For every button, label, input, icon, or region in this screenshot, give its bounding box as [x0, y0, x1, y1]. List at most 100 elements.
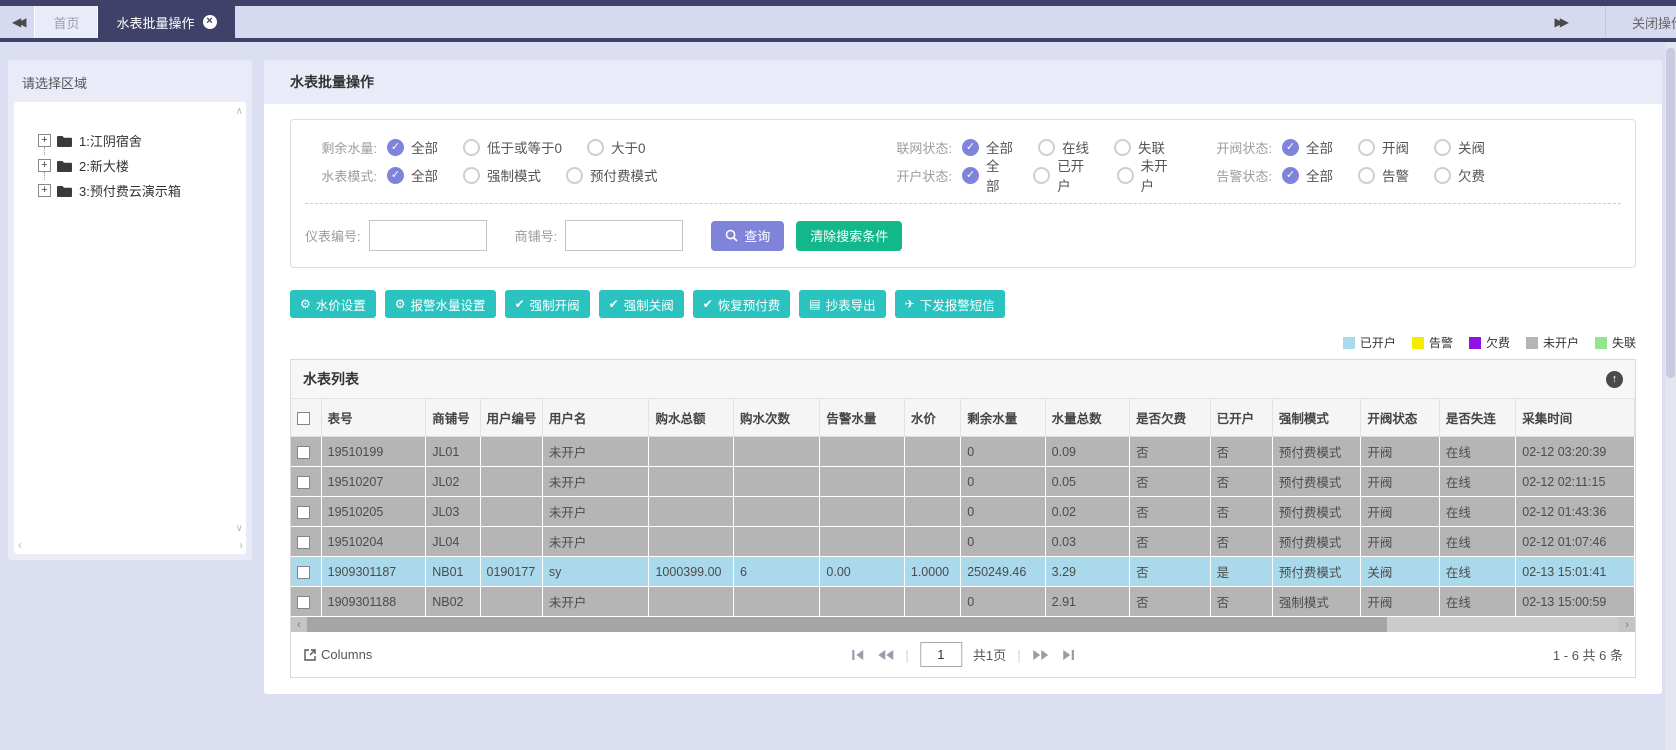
column-header[interactable]: 表号 — [321, 399, 426, 437]
table-row[interactable]: 19510204JL04未开户00.03否否预付费模式开阀在线02-12 01:… — [291, 527, 1635, 557]
tree-expand-icon[interactable]: + — [38, 184, 51, 197]
table-row[interactable]: 19510199JL01未开户00.09否否预付费模式开阀在线02-12 03:… — [291, 437, 1635, 467]
first-page-icon[interactable] — [851, 649, 866, 661]
table-row[interactable]: 1909301187NB010190177sy1000399.0060.001.… — [291, 557, 1635, 587]
tree-scroll-left-icon[interactable]: ‹ — [18, 538, 22, 552]
scrollbar-right-icon[interactable]: › — [1619, 617, 1635, 632]
action-button[interactable]: ✔ 强制关阀 — [599, 290, 684, 318]
radio-option[interactable]: 低于或等于0 — [463, 137, 562, 157]
tree-scroll-right-icon[interactable]: › — [239, 538, 243, 552]
radio-unchecked-icon[interactable] — [587, 139, 604, 156]
tree-scroll-up-icon[interactable]: ∧ — [236, 106, 243, 117]
radio-option[interactable]: 开阀 — [1358, 137, 1409, 157]
radio-unchecked-icon[interactable] — [1434, 167, 1451, 184]
radio-unchecked-icon[interactable] — [1434, 139, 1451, 156]
row-checkbox[interactable] — [297, 446, 310, 459]
column-header[interactable]: 商铺号 — [426, 399, 480, 437]
column-header[interactable]: 是否欠费 — [1130, 399, 1210, 437]
action-button[interactable]: ✔ 强制开阀 — [505, 290, 590, 318]
action-button[interactable]: ⚙ 水价设置 — [290, 290, 376, 318]
radio-checked-icon[interactable]: ✓ — [962, 167, 979, 184]
last-page-icon[interactable] — [1060, 649, 1075, 661]
tree-scroll-down-icon[interactable]: ∨ — [236, 523, 243, 534]
scroll-tabs-right-icon[interactable]: ▶▶ — [1515, 6, 1605, 38]
table-row[interactable]: 19510205JL03未开户00.02否否预付费模式开阀在线02-12 01:… — [291, 497, 1635, 527]
search-button[interactable]: 查询 — [711, 221, 784, 251]
tab-home[interactable]: 首页 — [34, 6, 98, 38]
radio-unchecked-icon[interactable] — [1038, 139, 1055, 156]
radio-option[interactable]: 关阀 — [1434, 137, 1485, 157]
page-scrollbar-thumb[interactable] — [1666, 48, 1675, 378]
column-header[interactable]: 告警水量 — [820, 399, 904, 437]
scrollbar-left-icon[interactable]: ‹ — [291, 617, 307, 632]
tree-node[interactable]: + 1:江阴宿舍 — [38, 128, 236, 153]
radio-option[interactable]: 告警 — [1358, 165, 1409, 185]
radio-checked-icon[interactable]: ✓ — [962, 139, 979, 156]
scroll-tabs-left-icon[interactable]: ◀◀ — [0, 6, 34, 38]
radio-option[interactable]: 欠费 — [1434, 165, 1485, 185]
column-header[interactable]: 水价 — [904, 399, 960, 437]
radio-unchecked-icon[interactable] — [463, 167, 480, 184]
row-checkbox[interactable] — [297, 476, 310, 489]
radio-unchecked-icon[interactable] — [566, 167, 583, 184]
radio-option[interactable]: 未开户 — [1117, 155, 1175, 195]
tree-node[interactable]: + 2:新大楼 — [38, 153, 236, 178]
row-checkbox[interactable] — [297, 506, 310, 519]
radio-option[interactable]: 失联 — [1114, 137, 1165, 157]
radio-checked-icon[interactable]: ✓ — [387, 139, 404, 156]
page-number-input[interactable] — [920, 642, 962, 667]
action-button[interactable]: ▤ 抄表导出 — [799, 290, 885, 318]
column-header[interactable]: 用户名 — [542, 399, 649, 437]
radio-option[interactable]: 已开户 — [1033, 155, 1091, 195]
radio-option[interactable]: ✓ 全部 — [387, 137, 438, 157]
column-header[interactable]: 强制模式 — [1272, 399, 1360, 437]
tab-water-meter-batch[interactable]: 水表批量操作 × — [98, 6, 234, 38]
radio-checked-icon[interactable]: ✓ — [1282, 139, 1299, 156]
radio-unchecked-icon[interactable] — [1358, 167, 1375, 184]
radio-checked-icon[interactable]: ✓ — [387, 167, 404, 184]
page-vertical-scrollbar[interactable] — [1665, 42, 1676, 750]
row-checkbox[interactable] — [297, 536, 310, 549]
close-operations-button[interactable]: 关闭操作 — [1606, 6, 1676, 38]
column-header[interactable]: 水量总数 — [1045, 399, 1129, 437]
column-header[interactable]: 剩余水量 — [961, 399, 1045, 437]
column-header[interactable]: 已开户 — [1210, 399, 1272, 437]
table-row[interactable]: 19510207JL02未开户00.05否否预付费模式开阀在线02-12 02:… — [291, 467, 1635, 497]
radio-option[interactable]: ✓ 全部 — [387, 165, 438, 185]
radio-checked-icon[interactable]: ✓ — [1282, 167, 1299, 184]
clear-search-button[interactable]: 清除搜索条件 — [796, 221, 902, 251]
scrollbar-thumb[interactable] — [307, 617, 1387, 632]
action-button[interactable]: ⚙ 报警水量设置 — [385, 290, 496, 318]
column-header[interactable]: 购水次数 — [733, 399, 819, 437]
radio-option[interactable]: ✓ 全部 — [1282, 137, 1333, 157]
radio-option[interactable]: 预付费模式 — [566, 165, 658, 185]
shop-number-input[interactable] — [565, 220, 683, 251]
collapse-up-icon[interactable]: ↑ — [1606, 371, 1623, 388]
meter-number-input[interactable] — [369, 220, 487, 251]
next-page-icon[interactable] — [1032, 649, 1049, 661]
select-all-checkbox[interactable] — [297, 412, 310, 425]
close-tab-icon[interactable]: × — [203, 15, 217, 29]
tree-expand-icon[interactable]: + — [38, 134, 51, 147]
radio-option[interactable]: ✓ 全部 — [962, 155, 1008, 195]
radio-option[interactable]: 大于0 — [587, 137, 646, 157]
columns-button[interactable]: Columns — [303, 647, 372, 662]
row-checkbox[interactable] — [297, 566, 310, 579]
row-checkbox[interactable] — [297, 596, 310, 609]
radio-option[interactable]: ✓ 全部 — [1282, 165, 1333, 185]
tree-node[interactable]: + 3:预付费云演示箱 — [38, 178, 236, 203]
action-button[interactable]: ✔ 恢复预付费 — [693, 290, 791, 318]
action-button[interactable]: ✈ 下发报警短信 — [895, 290, 1005, 318]
radio-unchecked-icon[interactable] — [1033, 167, 1050, 184]
radio-unchecked-icon[interactable] — [1117, 167, 1134, 184]
tree-expand-icon[interactable]: + — [38, 159, 51, 172]
prev-page-icon[interactable] — [877, 649, 894, 661]
radio-unchecked-icon[interactable] — [463, 139, 480, 156]
radio-option[interactable]: ✓ 全部 — [962, 137, 1013, 157]
radio-unchecked-icon[interactable] — [1114, 139, 1131, 156]
column-header[interactable]: 用户编号 — [480, 399, 542, 437]
column-header[interactable]: 购水总额 — [649, 399, 733, 437]
radio-option[interactable]: 强制模式 — [463, 165, 541, 185]
column-header[interactable]: 是否失连 — [1439, 399, 1515, 437]
radio-unchecked-icon[interactable] — [1358, 139, 1375, 156]
